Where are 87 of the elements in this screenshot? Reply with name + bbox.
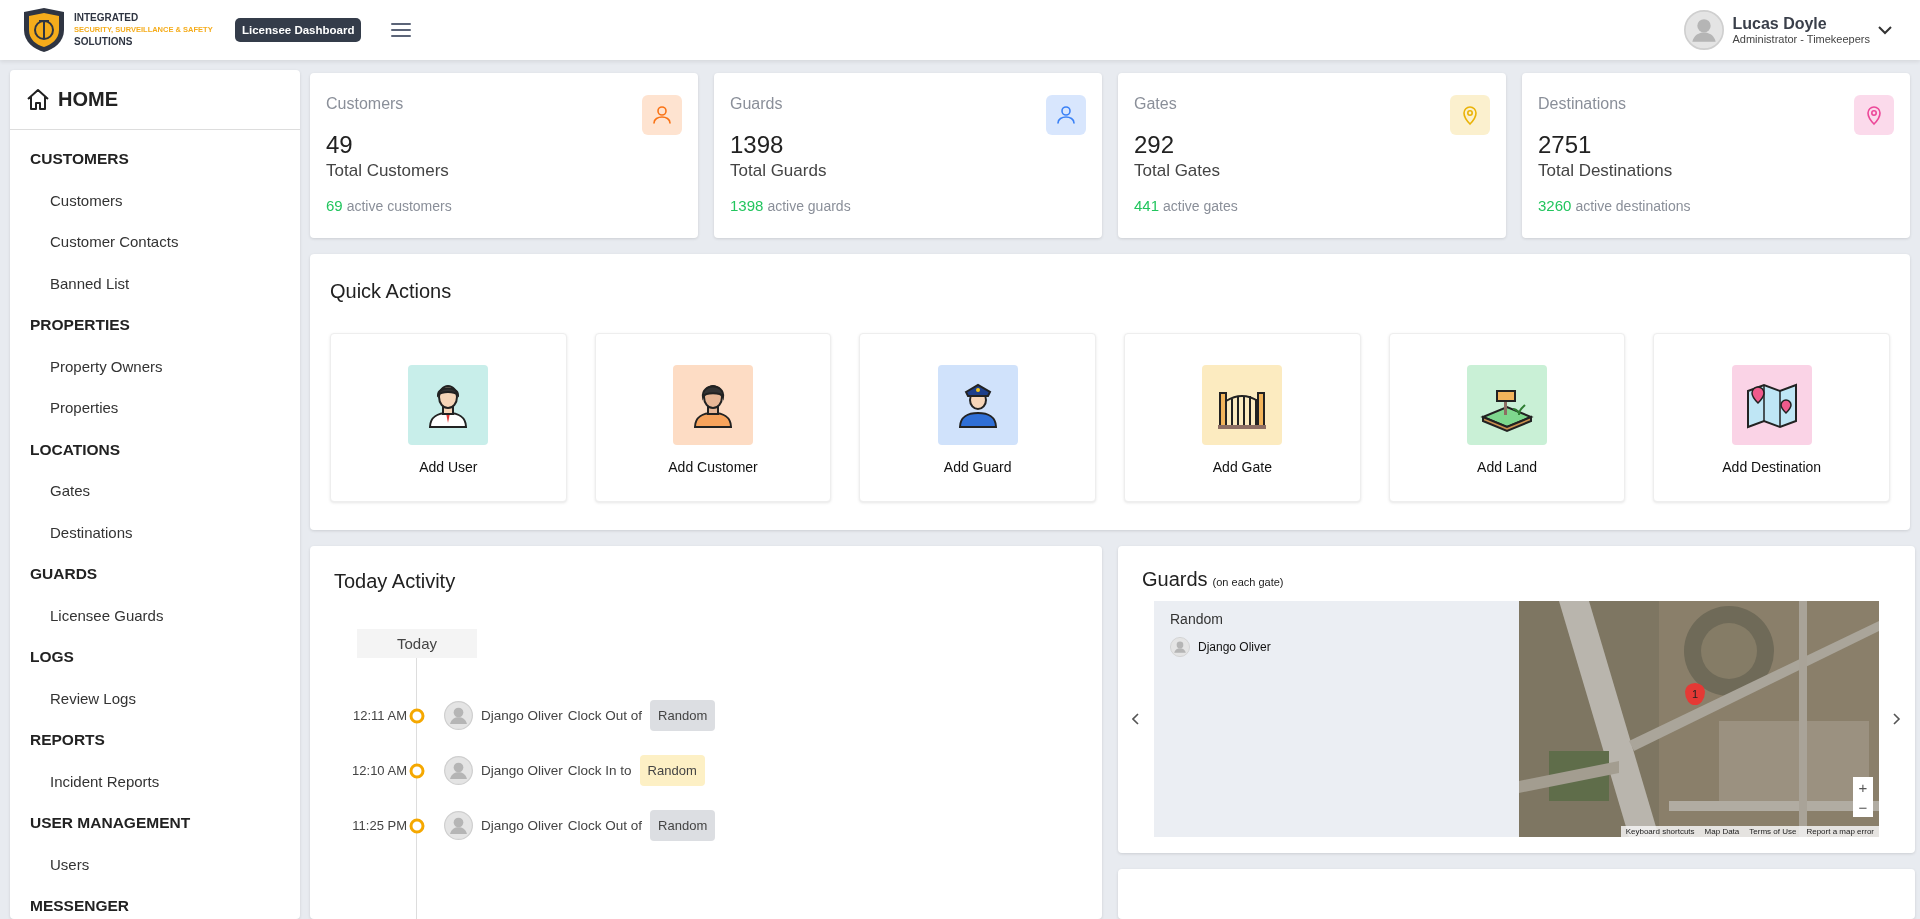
active-label: active destinations [1575, 198, 1691, 214]
stat-title: Gates [1134, 95, 1177, 113]
stat-title: Guards [730, 95, 783, 113]
event-person: Django Oliver [481, 708, 563, 723]
quick-action-button[interactable]: Add Land [1388, 333, 1626, 502]
stat-title: Customers [326, 95, 404, 113]
stat-label: Total Gates [1134, 161, 1221, 181]
quick-action-button[interactable]: Add User [330, 333, 567, 502]
event-action: Clock Out of [567, 818, 643, 833]
chevron-left-icon[interactable] [1132, 713, 1140, 725]
event-time: 11:25 PM [351, 818, 407, 833]
panel-title: Today Activity [334, 570, 457, 593]
home-link[interactable]: HOME [58, 88, 118, 111]
chevron-down-icon[interactable] [1878, 25, 1892, 35]
stat-label: Total Destinations [1538, 161, 1674, 181]
sidebar-item[interactable]: Gates [10, 472, 300, 514]
map-link[interactable]: Keyboard shortcuts [1620, 826, 1700, 837]
home-icon[interactable] [26, 88, 50, 111]
active-count: 3260 [1538, 197, 1572, 214]
menu-icon[interactable] [391, 22, 412, 38]
chevron-right-icon[interactable] [1893, 713, 1901, 725]
day-label: Today [357, 629, 477, 658]
panel-title: Guards [1142, 568, 1208, 591]
map-link[interactable]: Report a map error [1801, 826, 1879, 837]
section-heading: PROPERTIES [29, 315, 131, 335]
panel-title: Quick Actions [330, 280, 453, 303]
user-role: Administrator - Timekeepers [1732, 33, 1870, 45]
stat-value: 292 [1134, 131, 1176, 159]
timeline-dot-icon [409, 817, 425, 834]
section-heading: MESSENGER [29, 896, 131, 916]
event-time: 12:10 AM [351, 763, 407, 778]
quick-action-button[interactable]: Add Customer [594, 333, 832, 502]
sidebar-item[interactable]: Property Owners [10, 347, 300, 389]
avatar-icon [444, 811, 473, 840]
sidebar-item[interactable]: Destinations [10, 513, 300, 555]
sidebar-item[interactable]: Users [10, 845, 300, 887]
stat-title: Destinations [1538, 95, 1627, 113]
gate-tag: Random [639, 755, 705, 786]
stat-label: Total Customers [326, 161, 450, 181]
quick-action-button[interactable]: Add Guard [859, 333, 1096, 502]
section-heading: LOCATIONS [29, 439, 122, 460]
event-time: 12:11 AM [352, 708, 407, 723]
active-label: active customers [346, 198, 452, 214]
sidebar-item[interactable]: Properties [10, 389, 300, 431]
event-action: Clock In to [567, 763, 632, 778]
gate-tag: Random [650, 700, 716, 731]
stat-value: 2751 [1538, 131, 1593, 159]
user-name: Lucas Doyle [1732, 15, 1828, 33]
map-link[interactable]: Map Data [1699, 826, 1745, 837]
sidebar-item[interactable]: Customers [10, 181, 300, 223]
active-label: active guards [767, 198, 851, 214]
timeline-dot-icon [409, 707, 425, 724]
avatar-icon [444, 701, 473, 730]
panel-subtitle: (on each gate) [1212, 576, 1284, 588]
gate-tag: Random [650, 810, 716, 841]
stat-value: 1398 [730, 131, 785, 159]
section-heading: CUSTOMERS [29, 149, 130, 169]
stat-value: 49 [326, 131, 354, 159]
guard-name: Django Oliver [1198, 640, 1271, 654]
map-link[interactable]: Terms of Use [1744, 826, 1802, 837]
logo-text: SOLUTIONS [74, 36, 134, 48]
quick-action-button[interactable]: Add Destination [1653, 333, 1891, 502]
avatar-icon [1170, 637, 1190, 657]
gate-name: Random [1170, 611, 1224, 627]
sidebar-item[interactable]: Incident Reports [10, 762, 300, 804]
quick-action-button[interactable]: Add Gate [1124, 333, 1361, 502]
section-heading: REPORTS [29, 730, 106, 750]
section-heading: LOGS [29, 647, 75, 667]
dashboard-badge: Licensee Dashboard [235, 18, 362, 42]
active-count: 69 [326, 197, 343, 214]
sidebar-item[interactable]: Licensee Guards [10, 596, 300, 638]
active-label: active gates [1163, 198, 1238, 214]
avatar-icon [444, 756, 473, 785]
sidebar-item[interactable]: Review Logs [10, 679, 300, 721]
event-person: Django Oliver [481, 763, 563, 778]
timeline-dot-icon [409, 762, 425, 779]
active-count: 1398 [730, 197, 764, 214]
event-action: Clock Out of [567, 708, 643, 723]
avatar-icon [1684, 10, 1725, 50]
section-heading: GUARDS [29, 564, 99, 584]
logo-text: INTEGRATED [74, 12, 140, 24]
section-heading: USER MANAGEMENT [29, 813, 192, 833]
active-count: 441 [1134, 197, 1160, 214]
event-person: Django Oliver [481, 818, 563, 833]
sidebar-item[interactable]: Customer Contacts [10, 223, 300, 265]
sidebar-item[interactable]: Banned List [10, 264, 300, 306]
stat-label: Total Guards [730, 161, 828, 181]
